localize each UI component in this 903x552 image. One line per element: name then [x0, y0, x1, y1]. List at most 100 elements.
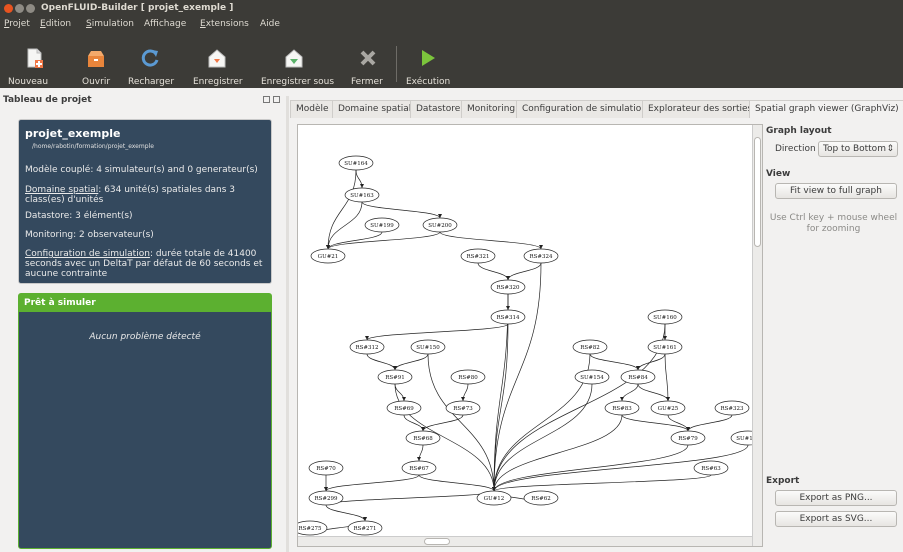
graph-node[interactable]: RS#324 [523, 248, 559, 264]
graph-node[interactable]: SU#199 [364, 217, 400, 233]
graph-edge [327, 231, 383, 250]
nouveau-label: Nouveau [8, 77, 49, 87]
tab-spatial-graph-viewer[interactable]: Spatial graph viewer (GraphViz) ✖ [749, 100, 903, 118]
tab-domaine-spatial[interactable]: Domaine spatial [332, 100, 418, 118]
menu-edition[interactable]: Edition [40, 16, 71, 32]
graph-node[interactable]: RS#67 [401, 460, 437, 476]
graph-edge [327, 169, 357, 250]
graph-node[interactable]: RS#275 [298, 520, 328, 536]
graph-node[interactable]: RS#314 [490, 309, 526, 325]
graph-edge-arrow [393, 366, 397, 370]
menu-extensions[interactable]: Extensions [200, 16, 249, 32]
graph-node[interactable]: RS#82 [572, 339, 608, 355]
graph-edge [477, 262, 509, 281]
panel-splitter[interactable] [286, 96, 289, 552]
graph-node[interactable]: SU#164 [338, 155, 374, 171]
graph-node[interactable]: RS#83 [604, 400, 640, 416]
model-summary: Modèle couplé: 4 simulateur(s) and 0 gen… [25, 165, 258, 175]
graph-node[interactable]: RS#62 [523, 490, 559, 506]
graph-edge-arrow [402, 397, 406, 401]
graph-node[interactable]: RS#323 [714, 400, 750, 416]
graph-node[interactable]: RS#80 [450, 369, 486, 385]
graph-node[interactable]: RS#79 [670, 430, 706, 446]
graph-node-label: RS#69 [394, 406, 414, 412]
graph-node[interactable]: RS#299 [308, 490, 344, 506]
graph-canvas[interactable]: SU#164 SU#163 SU#199 SU#200 GU#21 RS#321 RS#32… [297, 124, 763, 547]
graph-node[interactable]: RS#63 [693, 460, 729, 476]
float-panel-icon[interactable] [263, 96, 270, 103]
graph-node[interactable]: SU#161 [647, 339, 683, 355]
enregistrer-label: Enregistrer [193, 77, 243, 87]
menu-simulation[interactable]: Simulation [86, 16, 134, 32]
graph-edge-arrow [360, 184, 364, 188]
graph-node-label: SU#161 [653, 345, 677, 351]
graph-node-label: RS#68 [413, 436, 433, 442]
close-window-icon[interactable] [4, 4, 13, 13]
graph-edge [493, 444, 689, 492]
graph-node-label: RS#314 [496, 315, 520, 321]
export-svg-button[interactable]: Export as SVG... [775, 511, 897, 527]
vertical-scrollbar[interactable] [752, 125, 762, 546]
graph-node[interactable]: SU#160 [647, 309, 683, 325]
vertical-scroll-thumb[interactable] [754, 137, 761, 247]
graph-node[interactable]: RS#69 [386, 400, 422, 416]
enregistrer-sous-label: Enregistrer sous [261, 77, 335, 87]
graph-node[interactable]: RS#271 [347, 520, 383, 536]
menu-aide[interactable]: Aide [260, 16, 280, 32]
graph-node[interactable]: RS#91 [377, 369, 413, 385]
zoom-hint: Use Ctrl key + mouse wheel for zooming [769, 213, 898, 234]
new-file-icon [27, 48, 43, 68]
graph-edge [637, 353, 666, 371]
graph-node[interactable]: RS#70 [308, 460, 344, 476]
graph-edge [439, 231, 542, 250]
menu-projet[interactable]: Projet [4, 16, 30, 32]
maximize-window-icon[interactable] [26, 4, 35, 13]
graph-edge-arrow [539, 245, 543, 249]
horizontal-scroll-thumb[interactable] [424, 538, 450, 545]
view-title: View [766, 169, 791, 179]
graph-edge [366, 323, 509, 341]
graph-node[interactable]: GU#25 [650, 400, 686, 416]
graph-node[interactable]: GU#12 [476, 490, 512, 506]
tab-monitoring[interactable]: Monitoring [461, 100, 522, 118]
tab-datastore[interactable]: Datastore [410, 100, 467, 118]
minimize-window-icon[interactable] [15, 4, 24, 13]
graph-node[interactable]: RS#84 [620, 369, 656, 385]
graph-node[interactable]: SU#200 [422, 217, 458, 233]
tab-modele[interactable]: Modèle [290, 100, 335, 118]
horizontal-scrollbar[interactable] [298, 536, 752, 546]
tab-spatial-graph-viewer-label: Spatial graph viewer (GraphViz) [755, 104, 899, 114]
close-panel-icon[interactable] [273, 96, 280, 103]
graph-edge-arrow [365, 336, 369, 340]
graph-node[interactable]: RS#68 [405, 430, 441, 446]
tab-configuration[interactable]: Configuration de simulation [516, 100, 653, 118]
recharger-label: Recharger [128, 77, 175, 87]
graph-node[interactable]: GU#21 [310, 248, 346, 264]
graph-edge [325, 504, 366, 522]
fit-view-button[interactable]: Fit view to full graph [775, 183, 897, 199]
save-as-icon [285, 49, 303, 68]
graph-node[interactable]: RS#321 [460, 248, 496, 264]
export-png-button[interactable]: Export as PNG... [775, 490, 897, 506]
config-link[interactable]: Configuration de simulation [25, 249, 150, 259]
graph-node-label: RS#63 [701, 466, 721, 472]
graph-edge [637, 383, 669, 402]
graph-node[interactable]: SU#145 [730, 430, 752, 446]
spatial-domain-link[interactable]: Domaine spatial [25, 185, 98, 195]
menu-affichage[interactable]: Affichage [144, 16, 186, 32]
direction-select[interactable]: Top to Bottom ⇕ [818, 141, 898, 157]
close-project-icon [360, 50, 376, 66]
graph-node-label: RS#275 [298, 526, 322, 532]
graph-edge [366, 353, 396, 371]
graph-node[interactable]: SU#163 [344, 187, 380, 203]
graph-node[interactable]: RS#73 [445, 400, 481, 416]
graph-node[interactable]: SU#154 [574, 369, 610, 385]
tab-explorateur[interactable]: Explorateur des sorties [642, 100, 759, 118]
graph-edge [394, 383, 405, 402]
toolbar-separator [396, 46, 397, 82]
graph-node[interactable]: RS#320 [490, 279, 526, 295]
graph-node[interactable]: SU#150 [410, 339, 446, 355]
graph-edge [493, 474, 712, 492]
graph-node-label: RS#320 [496, 285, 520, 291]
graph-node[interactable]: RS#312 [349, 339, 385, 355]
